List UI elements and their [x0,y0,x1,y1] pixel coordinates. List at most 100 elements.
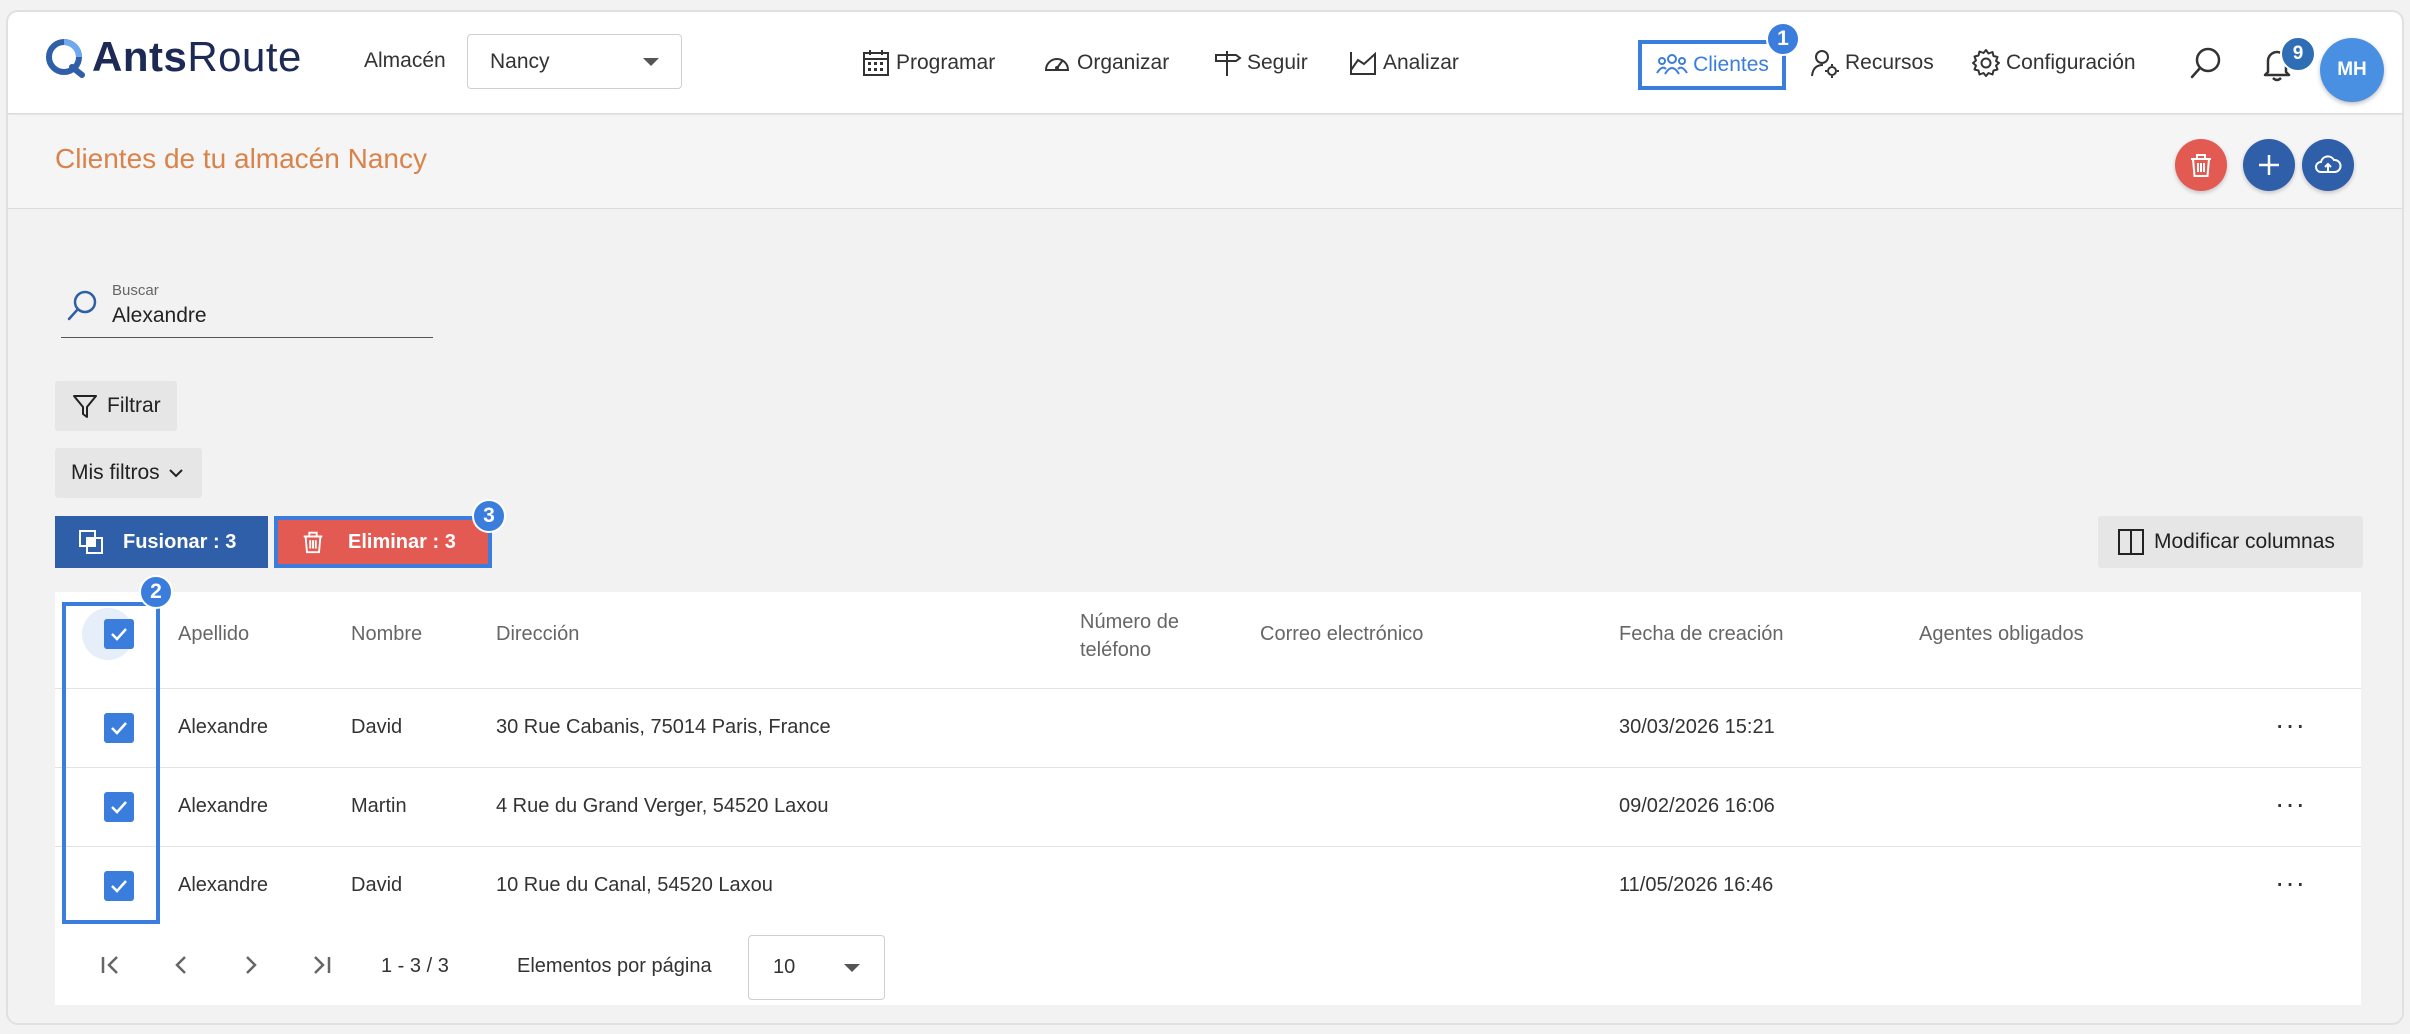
page-titlebar: Clientes de tu almacén Nancy [8,115,2402,209]
avatar[interactable]: MH [2320,38,2384,102]
calendar-icon [863,50,889,76]
merge-button[interactable]: Fusionar : 3 [55,516,268,568]
add-round-button[interactable] [2243,139,2295,191]
cloud-upload-icon [2315,155,2342,173]
cell-fecha: 30/03/2026 15:21 [1619,716,1775,738]
nav-clientes[interactable]: Clientes [1638,40,1786,90]
cell-direccion: 4 Rue du Grand Verger, 54520 Laxou [496,795,829,817]
chevron-down-icon [643,57,659,66]
cell-apellido: Alexandre [178,716,269,738]
last-page-icon[interactable] [305,949,337,981]
first-page-icon[interactable] [95,949,127,981]
nav-analizar-label: Analizar [1383,51,1459,74]
nav-organizar[interactable]: Organizar [1042,12,1169,114]
page-title: Clientes de tu almacén Nancy [55,143,427,174]
chevron-down-icon [168,469,183,478]
cell-direccion: 10 Rue du Canal, 54520 Laxou [496,874,773,896]
plus-icon [2259,155,2279,175]
gear-icon [1972,49,2000,77]
warehouse-value: Nancy [490,49,550,73]
logo-icon [46,39,85,78]
nav-programar-label: Programar [896,51,996,74]
table-header: Apellido Nombre Dirección Número de telé… [55,592,2361,661]
search-input[interactable] [112,304,412,328]
annotation-badge-3: 3 [472,499,506,533]
nav-seguir-label: Seguir [1247,51,1308,74]
nav-configuracion[interactable]: Configuración [1971,12,2136,114]
upload-round-button[interactable] [2302,139,2354,191]
merge-icon [79,530,103,554]
app-frame: AntsRoute Almacén Nancy Programar Organi… [6,10,2404,1025]
table-row[interactable]: Alexandre David 10 Rue du Canal, 54520 L… [55,846,2361,924]
users-group-icon [1656,54,1688,75]
col-telefono-line1: Número de [1080,611,1179,633]
nav-programar[interactable]: Programar [861,12,995,114]
col-nombre[interactable]: Nombre [351,623,422,646]
cell-direccion: 30 Rue Cabanis, 75014 Paris, France [496,716,831,738]
clients-table: Apellido Nombre Dirección Número de telé… [55,592,2361,1005]
per-page-select[interactable]: 10 [748,935,885,1000]
per-page-label: Elementos por página [517,955,712,977]
warehouse-select[interactable]: Nancy [467,34,682,89]
speedometer-icon [1044,58,1070,71]
delete-label: Eliminar : 3 [348,530,456,553]
modify-columns-button[interactable]: Modificar columnas [2098,516,2363,568]
filter-button[interactable]: Filtrar [55,381,177,431]
col-correo[interactable]: Correo electrónico [1260,623,1423,646]
trash-icon [2191,154,2211,177]
nav-configuracion-label: Configuración [2006,51,2136,74]
nav-seguir[interactable]: Seguir [1212,12,1308,114]
chart-area-icon [1350,51,1376,75]
nav-recursos[interactable]: Recursos [1810,12,1934,114]
my-filters-label: Mis filtros [71,461,160,484]
cell-nombre: David [351,716,403,738]
table-row[interactable]: Alexandre Martin 4 Rue du Grand Verger, … [55,767,2361,845]
logo-text: AntsRoute [92,33,302,80]
merge-label: Fusionar : 3 [123,530,237,553]
col-apellido[interactable]: Apellido [178,623,249,646]
cell-apellido: Alexandre [178,874,269,896]
more-options-icon[interactable]: ··· [2275,869,2306,897]
signpost-icon [1215,51,1242,76]
nav-organizar-label: Organizar [1077,51,1170,74]
col-direccion[interactable]: Dirección [496,623,579,646]
filter-label: Filtrar [107,394,161,417]
col-fecha[interactable]: Fecha de creación [1619,623,1784,646]
columns-icon [2118,529,2144,555]
search-field[interactable]: Buscar [61,276,433,338]
delete-round-button[interactable] [2175,139,2227,191]
user-gear-icon [1811,50,1839,78]
nav-recursos-label: Recursos [1845,51,1934,74]
annotation-outline-2 [62,602,160,924]
cell-apellido: Alexandre [178,795,269,817]
my-filters-button[interactable]: Mis filtros [55,448,202,498]
nav-clientes-label: Clientes [1693,53,1769,76]
cell-nombre: David [351,874,403,896]
col-telefono-line2: teléfono [1080,639,1152,661]
per-page-value: 10 [773,956,796,978]
top-header: AntsRoute Almacén Nancy Programar Organi… [8,12,2402,114]
notification-count-badge: 9 [2280,36,2316,72]
pagination-bar: 1 - 3 / 3 Elementos por página 10 [55,925,2361,1005]
delete-selected-button[interactable]: Eliminar : 3 [278,520,488,564]
annotation-badge-2: 2 [139,575,173,609]
warehouse-label: Almacén [364,49,446,72]
funnel-icon [73,395,97,418]
search-label: Buscar [112,282,159,299]
annotation-badge-1: 1 [1766,22,1800,56]
col-agentes[interactable]: Agentes obligados [1919,623,2084,646]
previous-page-icon[interactable] [165,949,197,981]
antsroute-logo[interactable]: AntsRoute [42,32,302,82]
col-telefono[interactable]: Número de teléfono [1080,608,1179,664]
search-icon [67,290,97,321]
table-row[interactable]: Alexandre David 30 Rue Cabanis, 75014 Pa… [55,688,2361,766]
page-range: 1 - 3 / 3 [381,955,449,977]
next-page-icon[interactable] [235,949,267,981]
cell-fecha: 11/05/2026 16:46 [1619,874,1774,896]
more-options-icon[interactable]: ··· [2275,790,2306,818]
cell-nombre: Martin [351,795,407,817]
more-options-icon[interactable]: ··· [2275,711,2306,739]
search-icon[interactable] [2188,45,2224,81]
cell-fecha: 09/02/2026 16:06 [1619,795,1775,817]
nav-analizar[interactable]: Analizar [1348,12,1459,114]
